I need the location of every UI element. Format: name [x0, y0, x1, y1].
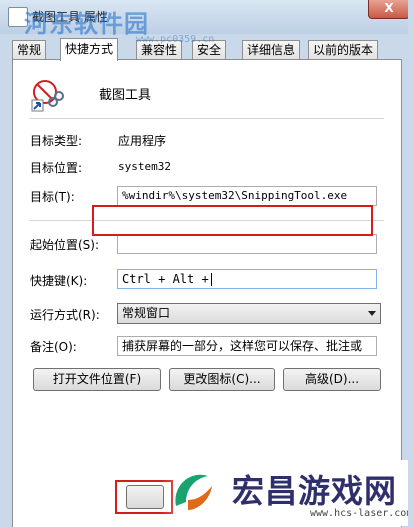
hotkey-field[interactable]: Ctrl + Alt + — [117, 269, 377, 289]
target-type-label: 目标类型: — [30, 134, 83, 148]
target-field[interactable]: %windir%\system32\SnippingTool.exe — [117, 186, 377, 206]
window-app-icon — [8, 7, 28, 27]
ok-button[interactable] — [126, 485, 164, 509]
target-type-value: 应用程序 — [118, 134, 167, 148]
tab-shortcut[interactable]: 快捷方式 — [60, 38, 119, 61]
change-icon-button[interactable]: 更改图标(C)... — [169, 368, 275, 391]
target-label: 目标(T): — [30, 190, 75, 204]
start-in-field[interactable] — [117, 234, 377, 254]
window-title: 截图工具 属性 — [32, 10, 108, 24]
brand-url: www.hcs-laser.com — [310, 508, 413, 519]
brand-watermark: 宏昌游戏网 www.hcs-laser.com — [160, 460, 414, 526]
run-select-value: 常规窗口 — [122, 306, 171, 320]
start-in-label: 起始位置(S): — [30, 238, 100, 252]
tab-general[interactable]: 常规 — [12, 40, 47, 59]
run-label: 运行方式(R): — [30, 308, 100, 322]
brand-logo-icon — [175, 474, 212, 510]
brand-name: 宏昌游戏网 — [232, 472, 398, 510]
window-edge — [408, 0, 414, 526]
tab-compatibility[interactable]: 兼容性 — [136, 40, 183, 59]
shortcut-panel: 截图工具 目标类型: 应用程序 目标位置: system32 目标(T): %w… — [12, 59, 402, 527]
target-location-value: system32 — [118, 160, 171, 173]
snipping-tool-icon — [31, 80, 64, 112]
title-bar: 截图工具 属性 X — [0, 0, 414, 34]
app-name: 截图工具 — [99, 88, 152, 103]
tab-security[interactable]: 安全 — [192, 40, 227, 59]
hotkey-label: 快捷键(K): — [30, 274, 88, 288]
comment-label: 备注(O): — [30, 340, 77, 354]
comment-field[interactable]: 捕获屏幕的一部分，这样您可以保存、批注或 — [117, 336, 377, 356]
advanced-button[interactable]: 高级(D)... — [283, 368, 381, 391]
target-location-label: 目标位置: — [30, 161, 83, 175]
tab-previous-versions[interactable]: 以前的版本 — [308, 40, 379, 59]
text-caret — [210, 273, 212, 286]
open-file-location-button[interactable]: 打开文件位置(F) — [33, 368, 161, 391]
divider — [29, 220, 384, 221]
chevron-down-icon — [368, 311, 376, 316]
divider — [29, 118, 384, 119]
close-button[interactable]: X — [368, 0, 410, 19]
tab-details[interactable]: 详细信息 — [242, 40, 301, 59]
run-select[interactable]: 常规窗口 — [117, 303, 381, 324]
hotkey-value: Ctrl + Alt + — [122, 272, 209, 286]
